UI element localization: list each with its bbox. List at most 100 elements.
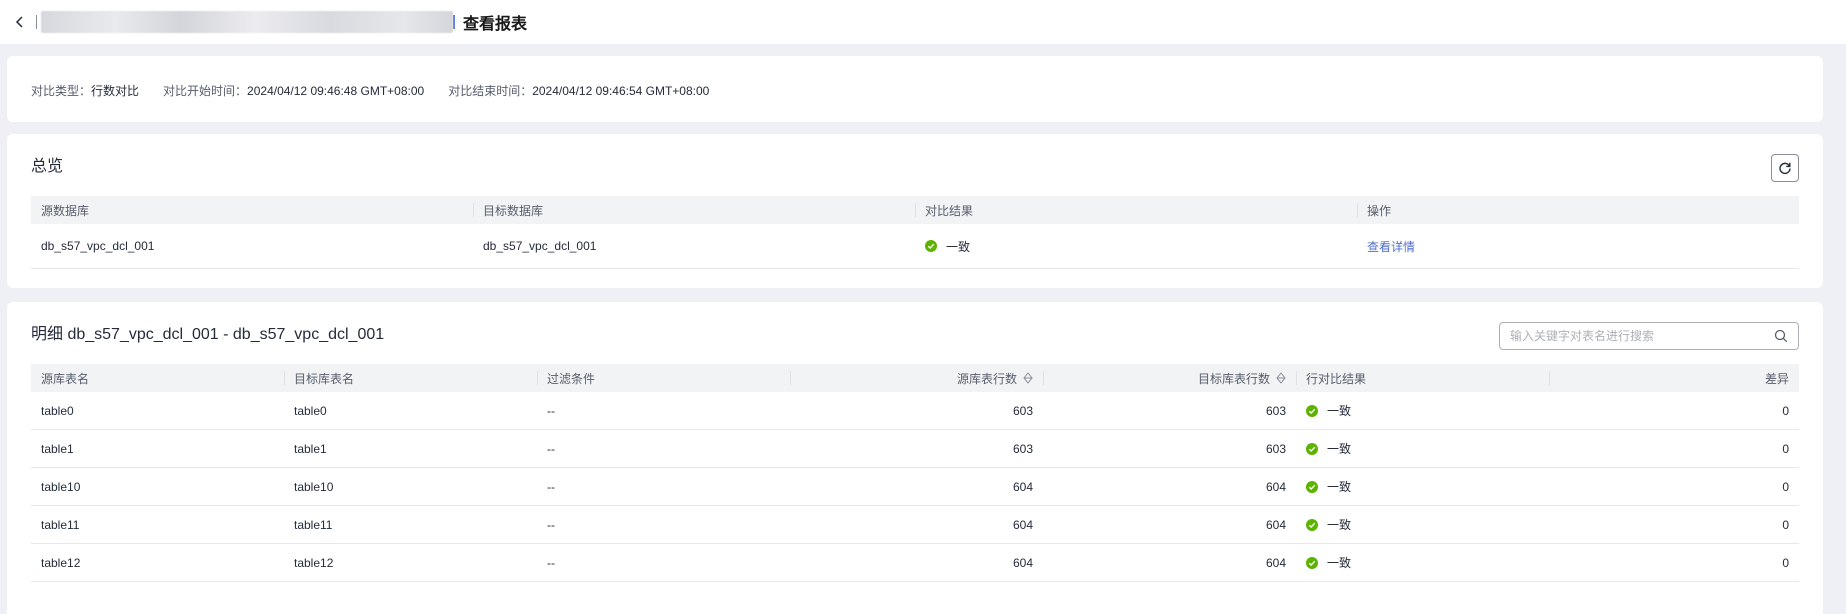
diff-cell: 0	[1782, 479, 1789, 494]
target-table-cell: table11	[294, 517, 333, 532]
source-table-cell: table11	[41, 517, 80, 532]
target-rows-cell: 603	[1265, 441, 1286, 456]
search-input[interactable]	[1510, 329, 1774, 343]
result-text: 一致	[946, 239, 971, 254]
end-time-value: 2024/04/12 09:46:54 GMT+08:00	[532, 84, 710, 98]
source-table-cell: table0	[41, 403, 74, 418]
action-cell: 查看详情	[1357, 238, 1799, 255]
source-rows-cell: 604	[1012, 479, 1033, 494]
sort-icon[interactable]	[1276, 372, 1286, 384]
compare-type: 对比类型：行数对比	[31, 82, 139, 99]
page-title: 查看报表	[463, 16, 528, 33]
compare-type-label: 对比类型：	[31, 84, 92, 98]
diff-cell: 0	[1782, 441, 1789, 456]
filter-cell: --	[547, 517, 555, 532]
col-source-table: 源库表名	[41, 371, 90, 386]
col-target-table: 目标库表名	[284, 364, 537, 392]
sort-icon[interactable]	[1023, 372, 1033, 384]
source-rows-cell: 603	[1012, 403, 1033, 418]
diff-cell: 0	[1782, 555, 1789, 570]
source-rows-cell: 604	[1012, 517, 1033, 532]
source-rows-cell: 603	[1012, 441, 1033, 456]
row-result-text: 一致	[1327, 518, 1352, 532]
overview-table: 源数据库 目标数据库 对比结果 操作 db_s57_vpc_dcl_001 db…	[31, 196, 1799, 269]
col-source-rows[interactable]: 源库表行数	[790, 364, 1043, 392]
col-action: 操作	[1357, 196, 1799, 224]
check-circle-icon	[1306, 556, 1318, 569]
target-db-cell: db_s57_vpc_dcl_001	[483, 239, 597, 253]
row-result-cell: 一致	[1296, 440, 1549, 457]
view-details-link[interactable]: 查看详情	[1367, 240, 1415, 254]
compare-type-value: 行数对比	[91, 84, 140, 98]
detail-table-header: 源库表名 目标库表名 过滤条件 源库表行数 目标库表行数 行对比结果 差异	[31, 364, 1799, 392]
target-table-cell: table0	[294, 403, 327, 418]
breadcrumb-marker	[453, 15, 455, 29]
col-filter: 过滤条件	[537, 364, 790, 392]
col-target-rows[interactable]: 目标库表行数	[1043, 364, 1296, 392]
source-table-cell: table1	[41, 441, 74, 456]
col-target-db: 目标数据库	[473, 196, 915, 224]
filter-cell: --	[547, 441, 555, 456]
source-db-cell: db_s57_vpc_dcl_001	[41, 239, 155, 253]
refresh-icon	[1779, 162, 1791, 175]
end-time-label: 对比结束时间：	[448, 84, 533, 98]
table-search[interactable]	[1499, 322, 1799, 350]
check-circle-icon	[1306, 442, 1318, 455]
filter-cell: --	[547, 555, 555, 570]
chevron-left-icon	[15, 16, 23, 28]
overview-title: 总览	[31, 158, 64, 175]
check-circle-icon	[925, 240, 937, 252]
redacted-breadcrumb	[41, 11, 453, 33]
result-cell: 一致	[915, 238, 1357, 255]
diff-cell: 0	[1782, 517, 1789, 532]
target-rows-cell: 604	[1265, 479, 1286, 494]
refresh-button[interactable]	[1771, 154, 1799, 182]
overview-table-header: 源数据库 目标数据库 对比结果 操作	[31, 196, 1799, 224]
target-table-cell: table10	[294, 479, 334, 494]
check-circle-icon	[1306, 518, 1318, 531]
table-row: table1 table1 -- 603 603 一致 0	[31, 430, 1799, 468]
back-button[interactable]	[10, 12, 30, 32]
filter-cell: --	[547, 403, 555, 418]
compare-info-row: 对比类型：行数对比 对比开始时间：2024/04/12 09:46:48 GMT…	[31, 82, 733, 99]
col-source-db: 源数据库	[41, 203, 90, 218]
detail-title: 明细 db_s57_vpc_dcl_001 - db_s57_vpc_dcl_0…	[31, 326, 385, 343]
col-compare-result: 对比结果	[915, 196, 1357, 224]
table-row: table10 table10 -- 604 604 一致 0	[31, 468, 1799, 506]
detail-card: 明细 db_s57_vpc_dcl_001 - db_s57_vpc_dcl_0…	[7, 302, 1823, 614]
row-result-text: 一致	[1327, 556, 1352, 570]
col-target-rows-label: 目标库表行数	[1197, 371, 1270, 386]
row-result-text: 一致	[1327, 404, 1352, 418]
table-row: table11 table11 -- 604 604 一致 0	[31, 506, 1799, 544]
row-result-cell: 一致	[1296, 478, 1549, 495]
target-table-cell: table1	[294, 441, 327, 456]
target-rows-cell: 604	[1265, 555, 1286, 570]
detail-table: 源库表名 目标库表名 过滤条件 源库表行数 目标库表行数 行对比结果 差异 ta…	[31, 364, 1799, 582]
compare-info-card: 对比类型：行数对比 对比开始时间：2024/04/12 09:46:48 GMT…	[7, 56, 1823, 122]
check-circle-icon	[1306, 480, 1318, 493]
compare-end-time: 对比结束时间：2024/04/12 09:46:54 GMT+08:00	[448, 82, 709, 99]
check-circle-icon	[1306, 404, 1318, 417]
top-bar: 查看报表	[0, 0, 1846, 44]
start-time-value: 2024/04/12 09:46:48 GMT+08:00	[247, 84, 425, 98]
source-rows-cell: 604	[1012, 555, 1033, 570]
col-diff: 差异	[1549, 364, 1799, 392]
filter-cell: --	[547, 479, 555, 494]
source-table-cell: table12	[41, 555, 81, 570]
col-source-rows-label: 源库表行数	[956, 371, 1017, 386]
table-row: db_s57_vpc_dcl_001 db_s57_vpc_dcl_001 一致…	[31, 224, 1799, 269]
target-table-cell: table12	[294, 555, 334, 570]
detail-table-body: table0 table0 -- 603 603 一致 0 table1 table1 -- 603…	[31, 392, 1799, 582]
table-row: table12 table12 -- 604 604 一致 0	[31, 544, 1799, 582]
col-row-result: 行对比结果	[1296, 364, 1549, 392]
target-rows-cell: 603	[1265, 403, 1286, 418]
row-result-text: 一致	[1327, 442, 1352, 456]
search-icon[interactable]	[1774, 329, 1788, 343]
table-row: table0 table0 -- 603 603 一致 0	[31, 392, 1799, 430]
diff-cell: 0	[1782, 403, 1789, 418]
scrollbar-track[interactable]	[1829, 44, 1846, 614]
row-result-cell: 一致	[1296, 402, 1549, 419]
start-time-label: 对比开始时间：	[163, 84, 248, 98]
target-rows-cell: 604	[1265, 517, 1286, 532]
row-result-cell: 一致	[1296, 516, 1549, 533]
